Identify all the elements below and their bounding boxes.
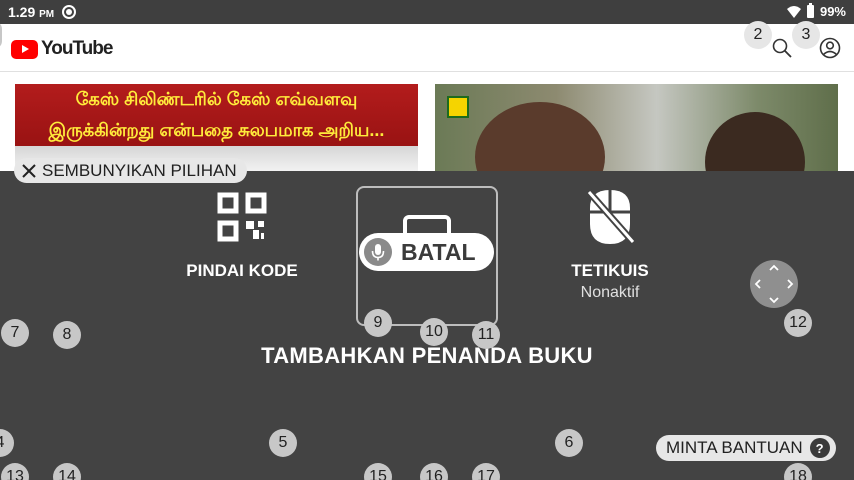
thumbnail-image bbox=[475, 102, 605, 172]
status-indicators: 99% bbox=[786, 3, 846, 19]
search-icon[interactable] bbox=[770, 36, 794, 60]
number-marker[interactable]: 7 bbox=[1, 319, 29, 347]
mouse-label[interactable]: TETIKUIS bbox=[545, 261, 675, 281]
cancel-label: BATAL bbox=[401, 238, 476, 265]
add-bookmark-label[interactable]: TAMBAHKAN PENANDA BUKU bbox=[0, 343, 854, 369]
close-icon bbox=[22, 163, 36, 178]
directional-arrows-icon bbox=[754, 264, 794, 304]
youtube-logo[interactable]: YouTube bbox=[11, 38, 113, 60]
mouse-off-icon[interactable] bbox=[585, 188, 635, 246]
number-marker[interactable]: 11 bbox=[472, 321, 500, 349]
help-button[interactable]: MINTA BANTUAN ? bbox=[656, 435, 836, 461]
number-marker[interactable]: 10 bbox=[420, 318, 448, 346]
battery-level: 99% bbox=[819, 4, 846, 19]
video-thumbnail[interactable] bbox=[435, 84, 838, 172]
video-feed: கேஸ் சிலிண்டரில் கேஸ் எவ்வளவு இருக்கின்ற… bbox=[0, 72, 854, 172]
qr-code-icon[interactable] bbox=[217, 192, 267, 242]
number-marker[interactable]: 12 bbox=[784, 309, 812, 337]
thumbnail-image bbox=[705, 112, 805, 172]
scroll-navigation-pad[interactable] bbox=[750, 260, 798, 308]
hide-options-button[interactable]: SEMBUNYIKAN PILIHAN bbox=[14, 158, 247, 183]
youtube-logo-text: YouTube bbox=[41, 38, 113, 59]
help-label: MINTA BANTUAN bbox=[666, 438, 803, 457]
number-marker[interactable]: 2 bbox=[744, 21, 772, 49]
youtube-header: YouTube bbox=[0, 24, 854, 72]
wifi-icon bbox=[786, 5, 801, 18]
thumbnail-caption-line: கேஸ் சிலிண்டரில் கேஸ் எவ்வளவு bbox=[75, 89, 358, 109]
channel-badge-icon bbox=[447, 96, 469, 118]
notification-icon bbox=[62, 5, 76, 19]
status-bar: 1.29 PM 99% bbox=[0, 0, 854, 24]
hide-options-label: SEMBUNYIKAN PILIHAN bbox=[42, 160, 237, 180]
mouse-status: Nonaktif bbox=[580, 284, 640, 301]
status-time: 1.29 PM bbox=[8, 4, 54, 20]
number-marker[interactable]: 3 bbox=[792, 21, 820, 49]
help-icon: ? bbox=[809, 438, 830, 458]
number-marker[interactable]: 8 bbox=[53, 321, 81, 349]
scan-code-label[interactable]: PINDAI KODE bbox=[172, 261, 312, 281]
number-marker[interactable]: 6 bbox=[555, 429, 583, 457]
battery-icon bbox=[806, 3, 814, 18]
thumbnail-caption-line: இருக்கின்றது என்பதை சுலபமாக அறிய... bbox=[48, 120, 385, 140]
status-time-ampm: PM bbox=[39, 9, 55, 20]
account-icon[interactable] bbox=[818, 36, 842, 60]
microphone-icon bbox=[364, 238, 392, 266]
number-marker[interactable]: 9 bbox=[364, 309, 392, 337]
number-marker[interactable]: 5 bbox=[269, 429, 297, 457]
cancel-button[interactable]: BATAL bbox=[359, 233, 494, 271]
youtube-play-icon bbox=[11, 39, 38, 59]
status-time-value: 1.29 bbox=[8, 4, 36, 20]
